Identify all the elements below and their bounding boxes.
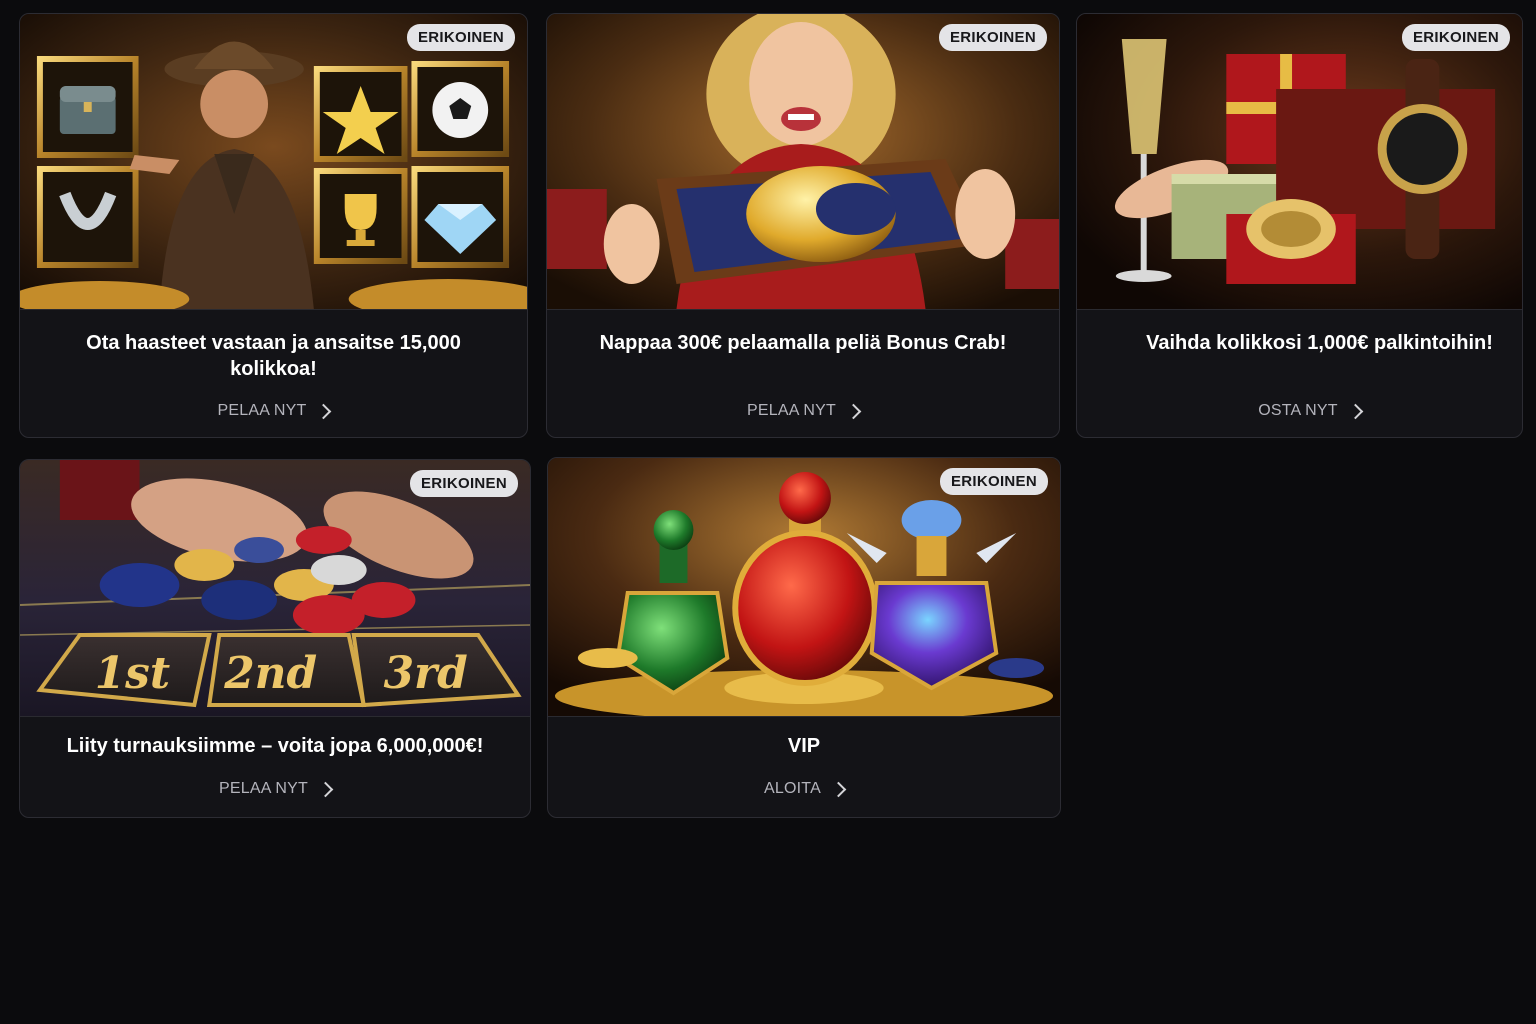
cta-label: PELAA NYT [217, 402, 307, 419]
card-divider [1077, 309, 1522, 310]
special-badge: ERIKOINEN [406, 24, 515, 51]
podium-second: 2nd [223, 648, 317, 699]
special-badge: ERIKOINEN [409, 470, 518, 497]
promo-title: VIP [787, 735, 821, 757]
promo-image-vip-bottles: ERIKOINEN [548, 458, 1060, 716]
card-divider [548, 716, 1060, 717]
card-divider [20, 716, 530, 717]
chevron-right-icon [1347, 403, 1364, 419]
promo-card-tournaments[interactable]: 1st 2nd 3rd ERIKOINEN Liity turnauksiimm… [19, 459, 531, 818]
cta-label: ALOITA [764, 780, 821, 797]
card-divider [547, 309, 1059, 310]
promo-image-woman-coin-box: ERIKOINEN [547, 14, 1059, 309]
chevron-right-icon [317, 781, 334, 797]
cta-label: PELAA NYT [219, 780, 308, 797]
promo-card-coin-shop[interactable]: ERIKOINEN Vaihda kolikkosi 1,000€ palkin… [1076, 13, 1523, 438]
promo-title: Nappaa 300€ pelaamalla peliä Bonus Crab! [599, 332, 1007, 354]
cta-label: PELAA NYT [747, 402, 836, 419]
buy-now-link[interactable]: OSTA NYT [1097, 402, 1522, 420]
promo-card-challenges[interactable]: ERIKOINEN Ota haasteet vastaan ja ansait… [19, 13, 528, 438]
promo-title: Ota haasteet vastaan ja ansaitse 15,000 … [86, 332, 461, 380]
play-now-link[interactable]: PELAA NYT [20, 402, 527, 420]
promo-image-adventurer: ERIKOINEN [20, 14, 527, 309]
promo-title: Liity turnauksiimme – voita jopa 6,000,0… [66, 735, 484, 757]
promo-image-chips-podium: 1st 2nd 3rd ERIKOINEN [20, 460, 530, 716]
start-link[interactable]: ALOITA [548, 780, 1060, 798]
special-badge: ERIKOINEN [938, 24, 1047, 51]
promo-card-bonus-crab[interactable]: ERIKOINEN Nappaa 300€ pelaamalla peliä B… [546, 13, 1060, 438]
play-now-link[interactable]: PELAA NYT [547, 402, 1059, 420]
chevron-right-icon [845, 403, 862, 419]
cta-label: OSTA NYT [1258, 402, 1338, 419]
chevron-right-icon [830, 781, 847, 797]
card-divider [20, 309, 527, 310]
podium-third: 3rd [384, 648, 468, 699]
promo-image-gifts-champagne: ERIKOINEN [1077, 14, 1522, 309]
chevron-right-icon [316, 403, 332, 419]
podium-first: 1st [95, 648, 170, 699]
promo-title: Vaihda kolikkosi 1,000€ palkintoihin! [1146, 332, 1493, 354]
play-now-link[interactable]: PELAA NYT [20, 780, 530, 798]
promo-card-vip[interactable]: ERIKOINEN VIP ALOITA [547, 457, 1061, 818]
special-badge: ERIKOINEN [939, 468, 1048, 495]
special-badge: ERIKOINEN [1401, 24, 1510, 51]
